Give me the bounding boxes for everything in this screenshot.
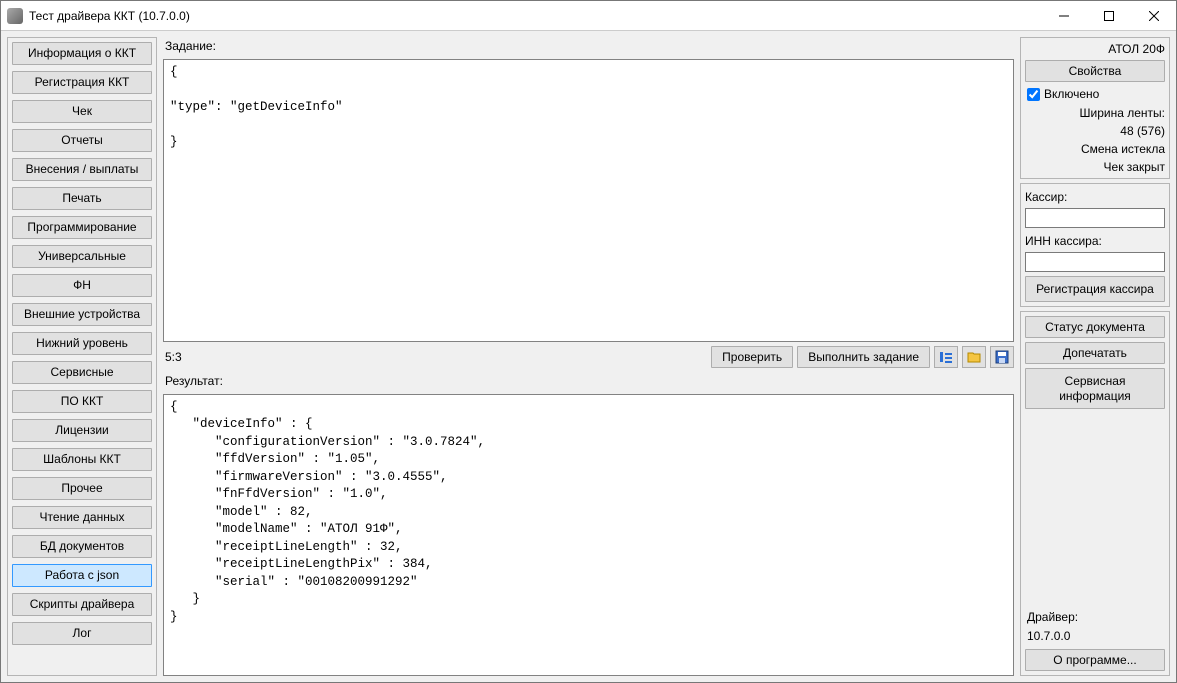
sidebar-item-20[interactable]: Лог [12,622,152,645]
floppy-save-icon [995,350,1009,364]
sidebar-item-3[interactable]: Отчеты [12,129,152,152]
sidebar-right: АТОЛ 20Ф Свойства Включено Ширина ленты:… [1020,37,1170,676]
cashier-label: Кассир: [1025,188,1165,204]
result-textarea[interactable]: { "deviceInfo" : { "configurationVersion… [163,394,1014,677]
driver-label: Драйвер: [1025,610,1165,626]
close-icon [1149,11,1159,21]
window-controls [1041,1,1176,30]
close-button[interactable] [1131,1,1176,30]
content-area: Информация о ККТ Регистрация ККТ Чек Отчеты… [1,31,1176,682]
titlebar: Тест драйвера ККТ (10.7.0.0) [1,1,1176,31]
sidebar-item-0[interactable]: Информация о ККТ [12,42,152,65]
properties-button[interactable]: Свойства [1025,60,1165,82]
cashier-panel: Кассир: ИНН кассира: Регистрация кассира [1020,183,1170,307]
sidebar-item-1[interactable]: Регистрация ККТ [12,71,152,94]
cashier-inn-label: ИНН кассира: [1025,232,1165,248]
tape-width-label: Ширина ленты: [1025,106,1165,120]
sidebar-item-10[interactable]: Нижний уровень [12,332,152,355]
cashier-input[interactable] [1025,208,1165,228]
tape-width-value: 48 (576) [1025,124,1165,138]
sidebar-item-7[interactable]: Универсальные счетчики [12,245,152,268]
sidebar-item-9[interactable]: Внешние устройства [12,303,152,326]
about-button[interactable]: О программе... [1025,649,1165,671]
action-row: 5:3 Проверить Выполнить задание [163,346,1014,368]
service-info-button[interactable]: Сервисная информация [1025,368,1165,409]
maximize-icon [1104,11,1114,21]
sidebar-item-8[interactable]: ФН [12,274,152,297]
sidebar-item-6[interactable]: Программирование [12,216,152,239]
main-panel: Задание: { "type": "getDeviceInfo" } 5:3… [163,37,1014,676]
sidebar-item-17[interactable]: БД документов [12,535,152,558]
sidebar-item-13[interactable]: Лицензии [12,419,152,442]
cashier-registration-button[interactable]: Регистрация кассира [1025,276,1165,302]
sidebar-item-4[interactable]: Внесения / выплаты [12,158,152,181]
app-window: Тест драйвера ККТ (10.7.0.0) Информация … [0,0,1177,683]
maximize-button[interactable] [1086,1,1131,30]
app-icon [7,8,23,24]
sidebar-left: Информация о ККТ Регистрация ККТ Чек Отчеты… [7,37,157,676]
sidebar-item-11[interactable]: Сервисные [12,361,152,384]
device-model-label: АТОЛ 20Ф [1025,42,1165,56]
run-button[interactable]: Выполнить задание [797,346,930,368]
format-icon [939,350,953,364]
task-textarea[interactable]: { "type": "getDeviceInfo" } [163,59,1014,342]
sidebar-item-5[interactable]: Печать [12,187,152,210]
sidebar-item-12[interactable]: ПО ККТ [12,390,152,413]
driver-version: 10.7.0.0 [1025,629,1165,645]
minimize-button[interactable] [1041,1,1086,30]
enabled-row[interactable]: Включено [1025,86,1165,102]
document-status-button[interactable]: Статус документа [1025,316,1165,338]
cursor-position: 5:3 [163,350,707,364]
sidebar-item-19[interactable]: Скрипты драйвера [12,593,152,616]
format-button[interactable] [934,346,958,368]
sidebar-item-14[interactable]: Шаблоны ККТ [12,448,152,471]
sidebar-item-15[interactable]: Прочее [12,477,152,500]
device-panel: АТОЛ 20Ф Свойства Включено Ширина ленты:… [1020,37,1170,179]
enabled-label: Включено [1044,87,1099,101]
sidebar-item-2[interactable]: Чек [12,100,152,123]
check-button[interactable]: Проверить [711,346,793,368]
window-title: Тест драйвера ККТ (10.7.0.0) [29,9,1041,23]
sidebar-item-16[interactable]: Чтение данных [12,506,152,529]
result-heading: Результат: [163,372,1014,390]
task-heading: Задание: [163,37,1014,55]
sidebar-item-18[interactable]: Работа с json [12,564,152,587]
receipt-status: Чек закрыт [1025,160,1165,174]
actions-panel: Статус документа Допечатать Сервисная ин… [1020,311,1170,676]
open-button[interactable] [962,346,986,368]
minimize-icon [1059,11,1069,21]
enabled-checkbox[interactable] [1027,88,1040,101]
spacer [1025,413,1165,606]
reprint-button[interactable]: Допечатать [1025,342,1165,364]
folder-open-icon [967,350,982,363]
cashier-inn-input[interactable] [1025,252,1165,272]
save-button[interactable] [990,346,1014,368]
shift-status: Смена истекла [1025,142,1165,156]
